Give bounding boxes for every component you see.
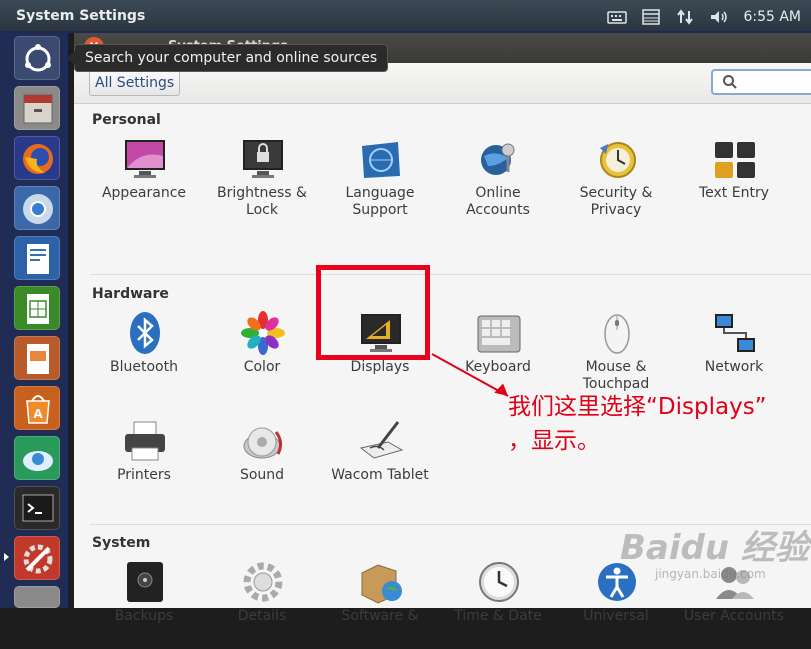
baidu-watermark-url: jingyan.baidu.com (655, 567, 766, 581)
calendar-icon[interactable] (641, 8, 661, 25)
setting-label: Printers (117, 467, 171, 483)
network-icon (712, 310, 758, 356)
setting-label: Online Accounts (466, 185, 530, 218)
section-title-hardware: Hardware (92, 286, 169, 302)
setting-printers[interactable]: Printers (89, 418, 199, 508)
text-entry-icon (712, 136, 758, 182)
setting-backups[interactable]: Backups (89, 559, 199, 649)
terminal-icon[interactable] (14, 486, 60, 530)
setting-security-privacy[interactable]: Security & Privacy (561, 136, 671, 226)
setting-label: Appearance (101, 185, 187, 201)
setting-label: Network (704, 359, 764, 375)
volume-icon[interactable] (709, 9, 729, 25)
software-icon (358, 559, 404, 605)
online-accounts-icon (476, 136, 522, 182)
setting-label: Security & Privacy (579, 185, 653, 218)
setting-label: Sound (239, 467, 285, 483)
setting-brightness-lock[interactable]: Brightness & Lock (207, 136, 317, 226)
setting-label: Brightness & Lock (217, 185, 307, 218)
setting-wacom-tablet[interactable]: Wacom Tablet (325, 418, 435, 508)
dash-tooltip: Search your computer and online sources (66, 44, 389, 72)
top-panel: System Settings 6:55 AM (0, 0, 811, 33)
launcher-item-partial[interactable] (14, 586, 60, 608)
software-center-icon[interactable]: A (14, 386, 60, 430)
setting-label: Displays (350, 359, 410, 375)
section-divider (90, 274, 811, 275)
firefox-icon[interactable] (14, 136, 60, 180)
setting-label: Universal (583, 608, 649, 624)
files-icon[interactable] (14, 86, 60, 130)
setting-software-updates[interactable]: Software & (325, 559, 435, 649)
setting-label: User Accounts (683, 608, 785, 624)
displays-highlight-box (316, 265, 430, 360)
clock[interactable]: 6:55 AM (743, 9, 801, 25)
impress-icon[interactable] (14, 336, 60, 380)
language-support-icon (358, 136, 404, 182)
setting-label: Language Support (345, 185, 415, 218)
network-arrows-icon[interactable] (675, 8, 695, 25)
setting-network[interactable]: Network (679, 310, 789, 400)
keyboard-icon[interactable] (607, 9, 628, 25)
running-indicator (4, 553, 9, 561)
system-settings-icon[interactable] (14, 536, 60, 580)
details-icon (240, 559, 286, 605)
setting-label: Text Entry (698, 185, 769, 201)
setting-label: Bluetooth (110, 359, 178, 375)
chromium-icon[interactable] (14, 186, 60, 230)
setting-label: Backups (114, 608, 174, 624)
setting-label: Wacom Tablet (331, 467, 429, 483)
mouse-icon (594, 310, 640, 356)
writer-icon[interactable] (14, 236, 60, 280)
annotation-line-1: 我们这里选择“Displays” (508, 394, 767, 420)
security-privacy-icon (594, 136, 640, 182)
setting-mouse-touchpad[interactable]: Mouse & Touchpad (561, 310, 671, 400)
setting-language-support[interactable]: Language Support (325, 136, 435, 226)
search-box[interactable] (711, 69, 811, 95)
printer-icon (122, 418, 168, 464)
appearance-icon (122, 136, 168, 182)
setting-label: Details (237, 608, 287, 624)
calc-icon[interactable] (14, 286, 60, 330)
search-icon (723, 75, 737, 89)
section-title-system: System (92, 535, 151, 551)
baidu-watermark-logo: Baidu 经验 (620, 528, 809, 568)
setting-details[interactable]: Details (207, 559, 317, 649)
indicator-area: 6:55 AM (607, 0, 801, 33)
setting-appearance[interactable]: Appearance (89, 136, 199, 226)
launcher: A (0, 33, 68, 608)
setting-label: Time & Date (454, 608, 542, 624)
section-title-personal: Personal (92, 112, 161, 128)
setting-label: Mouse & Touchpad (582, 359, 650, 392)
brightness-lock-icon (240, 136, 286, 182)
setting-online-accounts[interactable]: Online Accounts (443, 136, 553, 226)
ubuntu-dash-icon[interactable] (14, 36, 60, 80)
sound-icon (240, 418, 286, 464)
time-date-icon (476, 559, 522, 605)
setting-label: Software & (341, 608, 419, 624)
search-input[interactable] (745, 73, 811, 93)
annotation-text: 我们这里选择“Displays” ，显示。 (508, 390, 811, 458)
color-icon (240, 310, 286, 356)
annotation-line-2: ，显示。 (508, 428, 600, 454)
remmina-icon[interactable] (14, 436, 60, 480)
setting-text-entry[interactable]: Text Entry (679, 136, 789, 226)
setting-sound[interactable]: Sound (207, 418, 317, 508)
setting-bluetooth[interactable]: Bluetooth (89, 310, 199, 400)
svg-text:A: A (33, 407, 43, 421)
setting-color[interactable]: Color (207, 310, 317, 400)
bluetooth-icon (122, 310, 168, 356)
all-settings-button[interactable]: All Settings (89, 70, 181, 96)
backups-icon (122, 559, 168, 605)
wacom-tablet-icon (358, 418, 404, 464)
setting-label: Color (243, 359, 281, 375)
setting-time-date[interactable]: Time & Date (443, 559, 553, 649)
active-window-title: System Settings (16, 8, 146, 24)
